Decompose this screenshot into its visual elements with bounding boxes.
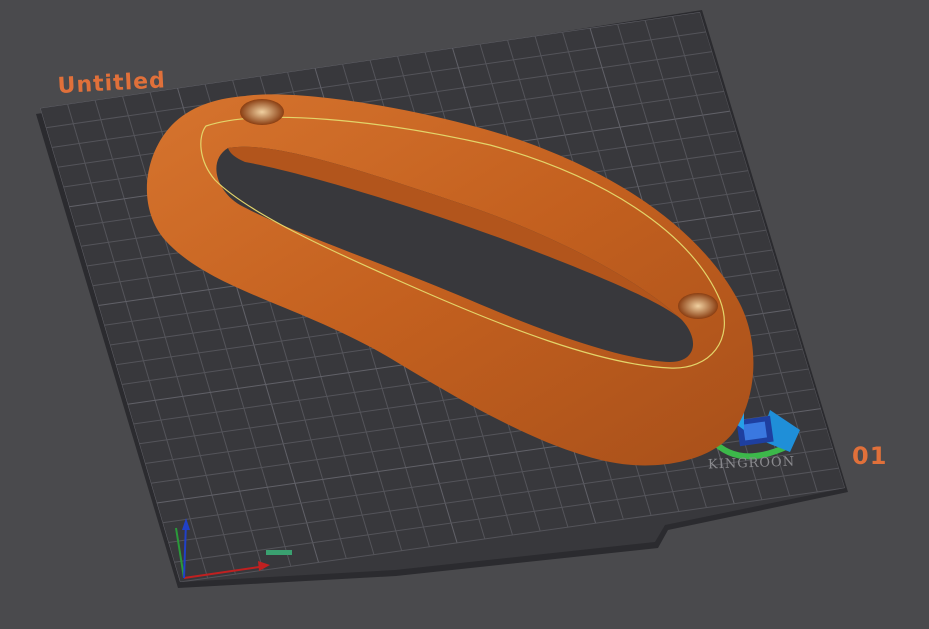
bed-brand-text: KINGROON — [707, 454, 796, 473]
plate-index-label[interactable]: 01 — [852, 442, 887, 470]
model-socket-right — [678, 293, 718, 319]
3d-viewport[interactable]: Untitled 01 KINGROON — [0, 0, 929, 625]
model-socket-top — [240, 99, 284, 125]
